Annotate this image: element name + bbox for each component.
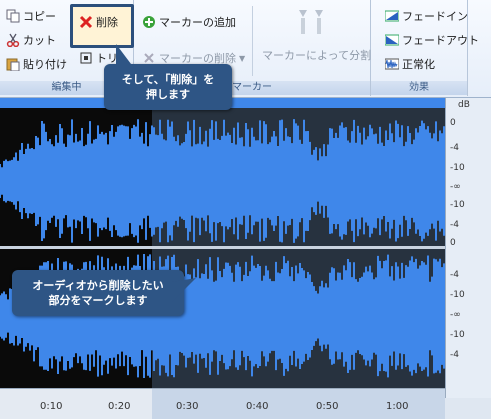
normalize-icon xyxy=(385,58,399,70)
db-tick: -4 xyxy=(450,270,459,280)
delete-x-icon xyxy=(79,15,93,29)
fade-out-label: フェードアウト xyxy=(402,34,479,47)
waveform-display[interactable] xyxy=(0,98,445,398)
chevron-down-icon: ▼ xyxy=(239,53,246,63)
fade-out-icon xyxy=(385,34,399,46)
db-tick: -10 xyxy=(450,330,465,340)
fade-out-button[interactable]: フェードアウト xyxy=(385,32,479,48)
copy-icon xyxy=(6,9,20,23)
db-tick: -∞ xyxy=(450,182,461,192)
delete-marker-icon xyxy=(144,53,154,63)
delete-tooltip-line1: そして、「削除」を xyxy=(121,73,215,86)
db-tick: -∞ xyxy=(450,310,461,320)
time-tick: 0:40 xyxy=(246,401,269,412)
time-tick: 1:00 xyxy=(386,401,409,412)
paste-icon xyxy=(6,58,20,71)
paste-button[interactable]: 貼り付け xyxy=(6,56,67,72)
cut-button[interactable]: カット xyxy=(6,32,56,48)
db-tick: -4 xyxy=(450,220,459,230)
timeline-ruler[interactable]: 0:10 0:20 0:30 0:40 0:50 1:00 xyxy=(0,388,445,419)
add-marker-button[interactable]: マーカーの追加 xyxy=(142,14,236,30)
paste-label: 貼り付け xyxy=(23,58,67,71)
scissors-icon xyxy=(6,33,20,47)
channel-separator xyxy=(0,246,445,249)
effects-group-label: 効果 xyxy=(371,81,467,95)
delete-tooltip: そして、「削除」を 押します xyxy=(104,64,232,110)
db-tick: 0 xyxy=(450,118,456,128)
mark-tooltip: オーディオから削除したい 部分をマークします xyxy=(12,270,184,316)
fade-in-label: フェードイン xyxy=(402,10,468,23)
add-marker-label: マーカーの追加 xyxy=(159,16,236,29)
time-tick: 0:50 xyxy=(316,401,339,412)
cut-label: カット xyxy=(23,34,56,47)
waveform-svg xyxy=(0,98,445,388)
db-scale: dB 0 -4 -10 -∞ -10 -4 0 -4 -10 -∞ -10 -4 xyxy=(445,98,491,398)
db-tick: -10 xyxy=(450,200,465,210)
mark-tooltip-line2: 部分をマークします xyxy=(48,294,148,307)
normalize-button[interactable]: 正常化 xyxy=(385,56,435,72)
split-by-marker-button[interactable]: マーカーによって分割 xyxy=(262,47,371,63)
divider xyxy=(252,6,253,76)
copy-label: コピー xyxy=(23,10,56,23)
time-tick: 0:10 xyxy=(40,401,63,412)
time-tick: 0:30 xyxy=(176,401,199,412)
db-tick: -10 xyxy=(450,290,465,300)
trim-icon xyxy=(80,52,92,64)
db-tick: -10 xyxy=(450,163,465,173)
db-tick: 0 xyxy=(450,238,456,248)
fade-in-icon xyxy=(385,10,399,22)
normalize-label: 正常化 xyxy=(402,58,435,71)
time-tick: 0:20 xyxy=(108,401,131,412)
split-by-marker-label: マーカーによって分割 xyxy=(262,49,372,62)
delete-tooltip-line2: 押します xyxy=(146,88,190,101)
add-marker-icon xyxy=(143,16,155,28)
fade-in-button[interactable]: フェードイン xyxy=(385,8,468,24)
db-unit-label: dB xyxy=(458,100,470,110)
mark-tooltip-line1: オーディオから削除したい xyxy=(32,279,164,292)
tooltip-pointer xyxy=(116,44,134,68)
effects-group: フェードイン フェードアウト 正常化 効果 xyxy=(371,0,479,96)
db-tick: -4 xyxy=(450,143,459,153)
tooltip-pointer xyxy=(172,278,196,302)
split-marker-icon xyxy=(289,8,339,36)
delete-label: 削除 xyxy=(96,16,118,29)
copy-button[interactable]: コピー xyxy=(6,8,56,24)
delete-button[interactable]: 削除 xyxy=(79,14,118,30)
db-tick: -4 xyxy=(450,350,459,360)
ribbon-toolbar: コピー カット 貼り付け 削除 トリ 編集中 マーカーの追加 マーカーの削除 ▼… xyxy=(0,0,491,98)
